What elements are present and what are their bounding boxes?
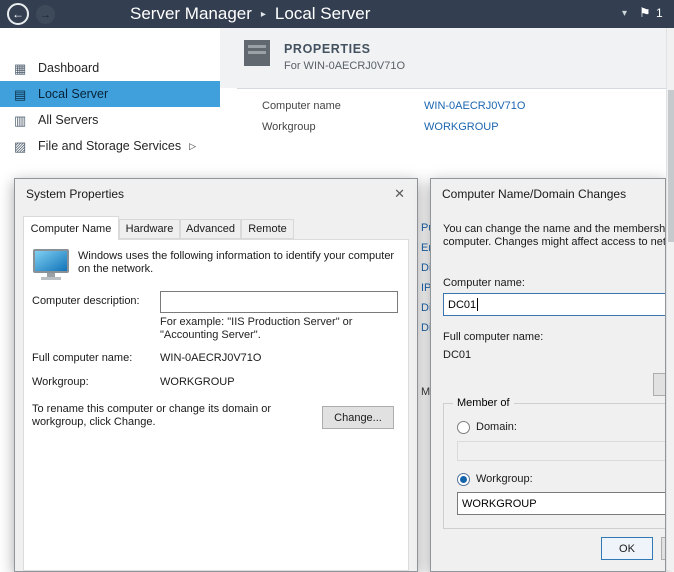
- computer-name-tab-panel: Windows uses the following information t…: [23, 239, 409, 571]
- titlebar: ← → Server Manager ▸ Local Server ▾ ⚑ 1: [0, 0, 674, 28]
- notification-flag-icon[interactable]: ⚑: [639, 5, 651, 21]
- properties-heading: PROPERTIES: [284, 42, 371, 56]
- radio-dot: [460, 476, 467, 483]
- system-properties-dialog: System Properties ✕ Computer Name Hardwa…: [14, 178, 418, 572]
- divider: [237, 88, 666, 89]
- more-button[interactable]: [653, 373, 666, 396]
- computer-monitor-icon: [32, 248, 70, 282]
- intro-line-1: You can change the name and the membersh…: [443, 223, 666, 236]
- property-value-computer-name[interactable]: WIN-0AECRJ0V71O: [424, 100, 525, 112]
- example-line-2: "Accounting Server".: [160, 329, 261, 342]
- full-computer-name-label: Full computer name:: [32, 352, 132, 365]
- breadcrumb: Server Manager ▸ Local Server: [130, 3, 370, 28]
- expander-icon[interactable]: ▷: [189, 141, 196, 152]
- computer-name-input[interactable]: DC01: [443, 293, 666, 316]
- tab-label: Remote: [248, 223, 287, 235]
- workgroup-value: WORKGROUP: [160, 376, 235, 389]
- scrollbar-thumb[interactable]: [668, 90, 674, 242]
- server-icon: ▤: [14, 88, 29, 101]
- tab-computer-name[interactable]: Computer Name: [23, 216, 119, 240]
- rename-line-1: To rename this computer or change its do…: [32, 403, 271, 416]
- forward-button[interactable]: →: [36, 5, 55, 24]
- sidebar-item-label: Local Server: [38, 87, 108, 101]
- breadcrumb-separator-icon: ▸: [261, 9, 266, 20]
- sidebar-item-dashboard[interactable]: ▦ Dashboard: [0, 55, 220, 81]
- clipped-property-label: M: [421, 386, 430, 398]
- rename-line-2: workgroup, click Change.: [32, 416, 156, 429]
- workgroup-label: Workgroup:: [32, 376, 89, 389]
- computer-description-label: Computer description:: [32, 295, 140, 308]
- member-of-label: Member of: [453, 397, 514, 409]
- back-arrow-icon: ←: [12, 7, 24, 21]
- sidebar-item-all-servers[interactable]: ▥ All Servers: [0, 107, 220, 133]
- app-title: Server Manager: [130, 4, 252, 23]
- dialog-title: Computer Name/Domain Changes: [442, 187, 626, 201]
- notification-count[interactable]: 1: [656, 6, 663, 20]
- full-computer-name-value: DC01: [443, 349, 471, 362]
- sidebar-item-label: All Servers: [38, 113, 98, 127]
- page-title: Local Server: [275, 4, 370, 23]
- property-label-workgroup: Workgroup: [262, 121, 316, 133]
- text-cursor: [477, 298, 478, 311]
- computer-name-domain-changes-dialog: Computer Name/Domain Changes You can cha…: [430, 178, 666, 572]
- intro-line-2: on the network.: [78, 263, 153, 276]
- properties-subheading: For WIN-0AECRJ0V71O: [284, 60, 405, 72]
- intro-line-2: computer. Changes might affect access to…: [443, 236, 666, 249]
- tab-advanced[interactable]: Advanced: [180, 219, 241, 239]
- workgroup-radio[interactable]: [457, 473, 470, 486]
- properties-tile-icon: [244, 40, 270, 66]
- ok-button[interactable]: OK: [601, 537, 653, 560]
- forward-arrow-icon: →: [40, 9, 51, 21]
- domain-radio-label[interactable]: Domain:: [476, 421, 517, 434]
- workgroup-radio-label[interactable]: Workgroup:: [476, 473, 533, 486]
- servers-icon: ▥: [14, 114, 29, 127]
- sidebar-item-label: Dashboard: [38, 61, 99, 75]
- property-value-workgroup[interactable]: WORKGROUP: [424, 121, 499, 133]
- close-icon[interactable]: ✕: [394, 186, 405, 202]
- tab-label: Computer Name: [31, 223, 112, 235]
- example-line-1: For example: "IIS Production Server" or: [160, 316, 352, 329]
- dialog-title: System Properties: [26, 187, 124, 201]
- tab-hardware[interactable]: Hardware: [119, 219, 180, 239]
- sidebar-item-local-server[interactable]: ▤ Local Server: [0, 81, 220, 107]
- sidebar-item-label: File and Storage Services: [38, 139, 181, 153]
- intro-line-1: Windows uses the following information t…: [78, 250, 394, 263]
- storage-icon: ▨: [14, 140, 29, 153]
- properties-tile-header: [220, 28, 666, 88]
- change-button[interactable]: Change...: [322, 406, 394, 429]
- dashboard-icon: ▦: [14, 62, 29, 75]
- back-button[interactable]: ←: [7, 3, 29, 25]
- full-computer-name-label: Full computer name:: [443, 331, 543, 344]
- workgroup-input[interactable]: [457, 492, 666, 515]
- sidebar-item-file-storage-services[interactable]: ▨ File and Storage Services ▷: [0, 133, 220, 159]
- computer-description-input[interactable]: [160, 291, 398, 313]
- computer-name-value: DC01: [448, 299, 476, 311]
- full-computer-name-value: WIN-0AECRJ0V71O: [160, 352, 261, 365]
- tab-label: Hardware: [126, 223, 174, 235]
- chevron-down-icon[interactable]: ▾: [622, 8, 627, 19]
- tab-label: Advanced: [186, 223, 235, 235]
- domain-radio[interactable]: [457, 421, 470, 434]
- vertical-scrollbar[interactable]: [666, 28, 674, 570]
- tab-remote[interactable]: Remote: [241, 219, 294, 239]
- property-label-computer-name: Computer name: [262, 100, 341, 112]
- domain-input-disabled: [457, 441, 666, 461]
- computer-name-label: Computer name:: [443, 277, 525, 290]
